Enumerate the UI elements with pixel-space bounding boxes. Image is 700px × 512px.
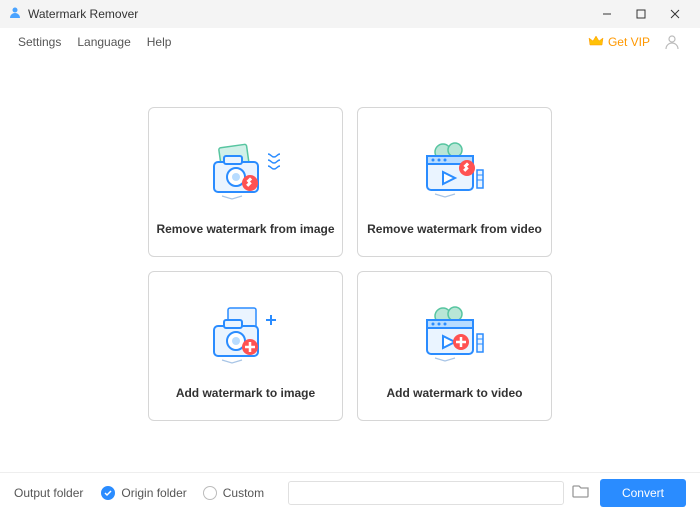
- menu-language[interactable]: Language: [69, 35, 138, 49]
- card-remove-video[interactable]: Remove watermark from video: [357, 107, 552, 257]
- radio-dot-icon: [101, 486, 115, 500]
- radio-dot-icon: [203, 486, 217, 500]
- video-remove-icon: [405, 129, 505, 214]
- titlebar: Watermark Remover: [0, 0, 700, 28]
- minimize-button[interactable]: [590, 0, 624, 28]
- video-add-icon: [405, 293, 505, 378]
- radio-custom[interactable]: Custom: [203, 486, 264, 500]
- main-area: Remove watermark from image: [0, 56, 700, 472]
- crown-icon: [588, 34, 604, 51]
- camera-add-icon: [196, 293, 296, 378]
- radio-label: Custom: [223, 486, 264, 500]
- maximize-button[interactable]: [624, 0, 658, 28]
- footer: Output folder Origin folder Custom Conve…: [0, 472, 700, 512]
- radio-label: Origin folder: [121, 486, 186, 500]
- convert-button[interactable]: Convert: [600, 479, 686, 507]
- card-label: Remove watermark from video: [367, 222, 542, 236]
- browse-folder-button[interactable]: [572, 483, 590, 502]
- folder-open-icon: [572, 483, 590, 499]
- menu-settings[interactable]: Settings: [10, 35, 69, 49]
- get-vip-button[interactable]: Get VIP: [588, 34, 650, 51]
- card-remove-image[interactable]: Remove watermark from image: [148, 107, 343, 257]
- output-path-input[interactable]: [288, 481, 564, 505]
- app-icon: [8, 5, 22, 24]
- app-title: Watermark Remover: [28, 7, 138, 21]
- card-add-video[interactable]: Add watermark to video: [357, 271, 552, 421]
- card-grid: Remove watermark from image: [148, 107, 552, 421]
- user-icon[interactable]: [660, 30, 684, 54]
- camera-remove-icon: [196, 129, 296, 214]
- radio-origin-folder[interactable]: Origin folder: [101, 486, 186, 500]
- menu-help[interactable]: Help: [139, 35, 180, 49]
- card-label: Add watermark to video: [386, 386, 522, 400]
- card-label: Add watermark to image: [176, 386, 315, 400]
- menubar: Settings Language Help Get VIP: [0, 28, 700, 56]
- output-folder-label: Output folder: [14, 486, 83, 500]
- get-vip-label: Get VIP: [608, 35, 650, 49]
- close-button[interactable]: [658, 0, 692, 28]
- card-add-image[interactable]: Add watermark to image: [148, 271, 343, 421]
- card-label: Remove watermark from image: [156, 222, 334, 236]
